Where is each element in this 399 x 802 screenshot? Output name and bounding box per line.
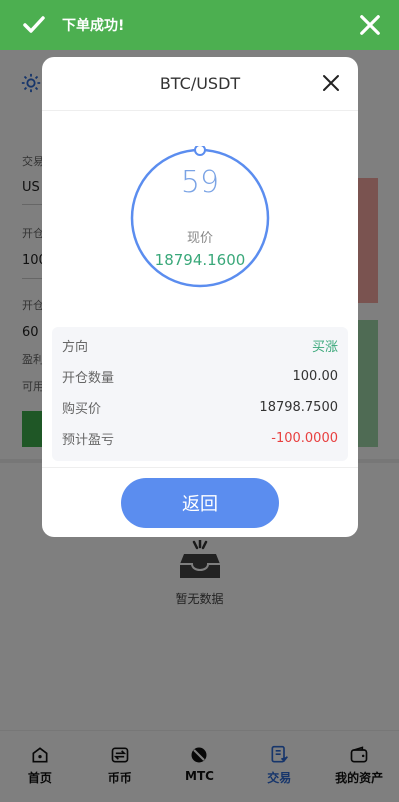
detail-row-direction: 方向 买涨 — [62, 330, 338, 361]
toast-message: 下单成功! — [62, 18, 125, 34]
check-icon — [23, 16, 45, 33]
current-price: 18794.1600 — [154, 251, 246, 269]
countdown-knob — [194, 146, 206, 156]
detail-row-buy-price: 购买价 18798.7500 — [62, 392, 338, 423]
detail-row-quantity: 开仓数量 100.00 — [62, 361, 338, 392]
estimated-pnl-value: -100.0000 — [271, 431, 338, 446]
modal-title: BTC/USDT — [159, 74, 241, 93]
current-price-label: 现价 — [186, 231, 213, 246]
close-icon[interactable] — [359, 14, 381, 36]
direction-value: 买涨 — [311, 340, 338, 355]
success-toast: 下单成功! — [0, 0, 399, 50]
modal-footer: 返回 — [42, 467, 358, 537]
modal-header: BTC/USDT — [42, 57, 358, 111]
close-icon[interactable] — [322, 74, 340, 92]
countdown-seconds: 59 — [180, 165, 220, 200]
buy-price-label: 购买价 — [62, 402, 102, 417]
buy-price-value: 18798.7500 — [259, 400, 338, 415]
order-modal: BTC/USDT 59 现价 18794.1600 方向 买涨 开仓数量 100… — [42, 57, 358, 537]
quantity-value: 100.00 — [292, 369, 339, 384]
back-button[interactable]: 返回 — [121, 478, 279, 528]
quantity-label: 开仓数量 — [62, 371, 115, 386]
estimated-pnl-label: 预计盈亏 — [62, 433, 115, 448]
order-details: 方向 买涨 开仓数量 100.00 购买价 18798.7500 预计盈亏 -1… — [52, 327, 348, 461]
detail-row-estimated-pnl: 预计盈亏 -100.0000 — [62, 423, 338, 454]
direction-label: 方向 — [62, 340, 89, 355]
